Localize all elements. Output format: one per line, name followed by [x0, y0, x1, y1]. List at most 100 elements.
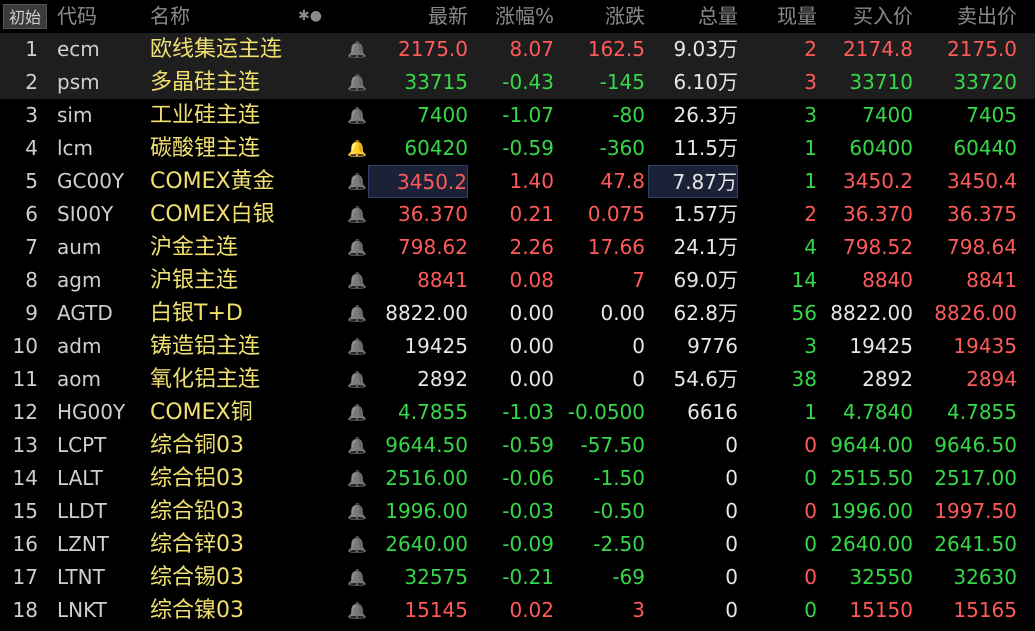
ask-price: 2641.50 — [934, 532, 1017, 556]
last-price: 3450.2 — [368, 165, 468, 198]
ask-price: 15165 — [953, 598, 1017, 622]
ask-price: 2894 — [966, 367, 1017, 391]
last-price: 4.7855 — [398, 400, 468, 424]
ask-price: 19435 — [953, 334, 1017, 358]
alert-bell-icon[interactable]: 🔔 — [346, 264, 368, 297]
alert-bell-icon[interactable]: 🔔 — [346, 528, 368, 561]
alert-bell-icon[interactable]: 🔔 — [346, 231, 368, 264]
column-tools-icon[interactable]: ✱● — [298, 0, 322, 33]
bid-price: 2515.50 — [830, 466, 913, 490]
total-volume: 11.5万 — [673, 136, 738, 160]
symbol-code: adm — [57, 334, 102, 358]
col-header-cur[interactable]: 现量 — [740, 0, 817, 33]
change-percent: -0.03 — [502, 499, 554, 523]
change-amount: 0 — [632, 367, 645, 391]
instrument-name: 综合铅03 — [150, 499, 244, 524]
table-row[interactable]: 3 sim 工业硅主连 🔔 7400 -1.07 -80 26.3万 3 7400 7405 — [0, 99, 1035, 132]
table-row[interactable]: 5 GC00Y COMEX黄金 🔔 3450.2 1.40 47.8 7.87万 1 3450.2… — [0, 165, 1035, 198]
col-header-vol[interactable]: 总量 — [648, 0, 738, 33]
col-header-ask[interactable]: 卖出价 — [915, 0, 1017, 33]
current-volume: 3 — [804, 334, 817, 358]
col-header-last[interactable]: 最新 — [368, 0, 468, 33]
total-volume: 0 — [725, 466, 738, 490]
table-row[interactable]: 2 psm 多晶硅主连 🔔 33715 -0.43 -145 6.10万 3 33710 33720 — [0, 66, 1035, 99]
table-row[interactable]: 15 LLDT 综合铅03 🔔 1996.00 -0.03 -0.50 0 0 1996.00 19… — [0, 495, 1035, 528]
last-price: 15145 — [404, 598, 468, 622]
alert-bell-icon[interactable]: 🔔 — [346, 429, 368, 462]
ask-price: 8826.00 — [934, 301, 1017, 325]
current-volume: 0 — [804, 499, 817, 523]
alert-bell-icon[interactable]: 🔔 — [346, 330, 368, 363]
change-percent: 2.26 — [509, 235, 554, 259]
col-header-chg[interactable]: 涨跌 — [556, 0, 645, 33]
change-amount: -0.50 — [593, 499, 645, 523]
ask-price: 3450.4 — [947, 169, 1017, 193]
table-row[interactable]: 7 aum 沪金主连 🔔 798.62 2.26 17.66 24.1万 4 798.52 798.… — [0, 231, 1035, 264]
row-index: 4 — [25, 136, 38, 160]
table-row[interactable]: 12 HG00Y COMEX铜 🔔 4.7855 -1.03 -0.0500 6616 1 4.7… — [0, 396, 1035, 429]
symbol-code: LTNT — [57, 565, 105, 589]
table-row[interactable]: 18 LNKT 综合镍03 🔔 15145 0.02 3 0 0 15150 15165 — [0, 594, 1035, 627]
last-price: 8841 — [417, 268, 468, 292]
quote-table: 初始 代码 名称 ✱● 最新 涨幅% 涨跌 总量 现量 买入价 卖出价 1 ecm… — [0, 0, 1035, 627]
col-header-bid[interactable]: 买入价 — [819, 0, 913, 33]
total-volume: 0 — [725, 499, 738, 523]
instrument-name: 白银T+D — [150, 301, 243, 326]
alert-bell-icon[interactable]: 🔔 — [346, 33, 368, 66]
alert-bell-icon[interactable]: 🔔 — [346, 363, 368, 396]
alert-bell-icon[interactable]: 🔔 — [346, 198, 368, 231]
table-row[interactable]: 16 LZNT 综合锌03 🔔 2640.00 -0.09 -2.50 0 0 2640.00 26… — [0, 528, 1035, 561]
current-volume: 4 — [804, 235, 817, 259]
table-row[interactable]: 9 AGTD 白银T+D 🔔 8822.00 0.00 0.00 62.8万 56 8822.00… — [0, 297, 1035, 330]
ask-price: 2517.00 — [934, 466, 1017, 490]
table-row[interactable]: 17 LTNT 综合锡03 🔔 32575 -0.21 -69 0 0 32550 32630 — [0, 561, 1035, 594]
alert-bell-icon[interactable]: 🔔 — [346, 396, 368, 429]
change-percent: -0.21 — [502, 565, 554, 589]
row-index: 10 — [12, 334, 38, 358]
alert-bell-icon[interactable]: 🔔 — [346, 99, 368, 132]
bid-price: 3450.2 — [843, 169, 913, 193]
table-row[interactable]: 14 LALT 综合铝03 🔔 2516.00 -0.06 -1.50 0 0 2515.50 25… — [0, 462, 1035, 495]
ask-price: 60440 — [953, 136, 1017, 160]
alert-bell-icon[interactable]: 🔔 — [346, 462, 368, 495]
row-index: 15 — [12, 499, 38, 523]
alert-bell-icon[interactable]: 🔔 — [346, 132, 368, 165]
alert-bell-icon[interactable]: 🔔 — [346, 594, 368, 627]
alert-bell-icon[interactable]: 🔔 — [346, 495, 368, 528]
instrument-name: 综合锌03 — [150, 532, 244, 557]
table-row[interactable]: 6 SI00Y COMEX白银 🔔 36.370 0.21 0.075 1.57万 2 36.37… — [0, 198, 1035, 231]
col-header-pct[interactable]: 涨幅% — [470, 0, 554, 33]
symbol-code: HG00Y — [57, 400, 126, 424]
change-percent: 0.08 — [509, 268, 554, 292]
table-row[interactable]: 10 adm 铸造铝主连 🔔 19425 0.00 0 9776 3 19425 19435 — [0, 330, 1035, 363]
alert-bell-icon[interactable]: 🔔 — [346, 297, 368, 330]
last-price: 9644.50 — [385, 433, 468, 457]
ask-price: 32630 — [953, 565, 1017, 589]
change-percent: -1.03 — [502, 400, 554, 424]
last-price: 2892 — [417, 367, 468, 391]
current-volume: 2 — [804, 37, 817, 61]
col-header-code[interactable]: 代码 — [57, 0, 97, 33]
init-button[interactable]: 初始 — [3, 4, 47, 29]
change-percent: -1.07 — [502, 103, 554, 127]
total-volume: 62.8万 — [673, 301, 738, 325]
symbol-code: SI00Y — [57, 202, 114, 226]
table-row[interactable]: 8 agm 沪银主连 🔔 8841 0.08 7 69.0万 14 8840 8841 — [0, 264, 1035, 297]
col-header-name[interactable]: 名称 — [150, 0, 190, 33]
alert-bell-icon[interactable]: 🔔 — [346, 561, 368, 594]
alert-bell-icon[interactable]: 🔔 — [346, 165, 368, 198]
total-volume: 6616 — [687, 400, 738, 424]
change-amount: 47.8 — [600, 169, 645, 193]
alert-bell-icon[interactable]: 🔔 — [346, 66, 368, 99]
row-index: 2 — [25, 70, 38, 94]
current-volume: 1 — [804, 136, 817, 160]
instrument-name: 碳酸锂主连 — [150, 136, 261, 161]
table-row[interactable]: 1 ecm 欧线集运主连 🔔 2175.0 8.07 162.5 9.03万 2 2174.8 21… — [0, 33, 1035, 66]
instrument-name: COMEX白银 — [150, 202, 275, 227]
change-percent: -0.59 — [502, 136, 554, 160]
table-row[interactable]: 13 LCPT 综合铜03 🔔 9644.50 -0.59 -57.50 0 0 9644.00 9… — [0, 429, 1035, 462]
symbol-code: LZNT — [57, 532, 110, 556]
table-row[interactable]: 4 lcm 碳酸锂主连 🔔 60420 -0.59 -360 11.5万 1 60400 60440 — [0, 132, 1035, 165]
table-row[interactable]: 11 aom 氧化铝主连 🔔 2892 0.00 0 54.6万 38 2892 2894 — [0, 363, 1035, 396]
change-amount: -360 — [599, 136, 645, 160]
